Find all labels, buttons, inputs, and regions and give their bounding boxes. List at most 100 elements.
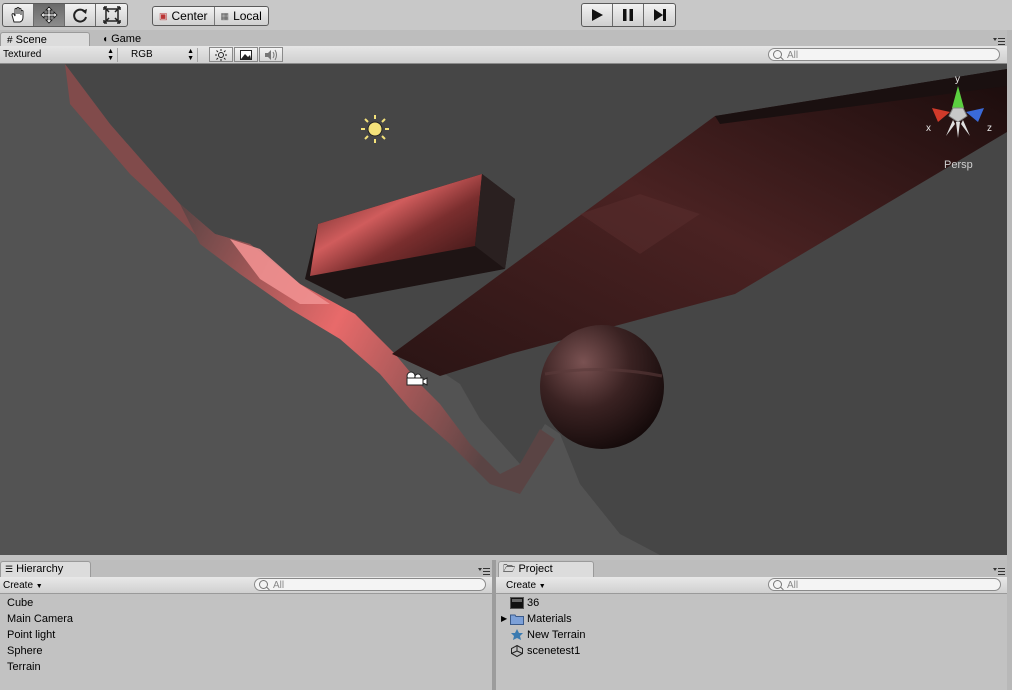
- play-icon: [592, 9, 603, 21]
- play-button[interactable]: [582, 4, 613, 26]
- step-icon: [653, 9, 666, 21]
- project-title: Project: [518, 563, 553, 575]
- color-mode-value: RGB: [131, 49, 153, 60]
- create-label: Create: [3, 580, 34, 591]
- search-icon: [773, 50, 782, 59]
- rotate-tool-icon: [73, 8, 87, 23]
- pivot-local-button[interactable]: ▦ Local: [215, 7, 268, 25]
- hierarchy-item-label: Main Camera: [7, 613, 74, 625]
- projection-label[interactable]: Persp: [944, 159, 973, 171]
- unity-scene-icon: [510, 645, 524, 658]
- rotate-tool-button[interactable]: [65, 4, 96, 26]
- hand-tool-button[interactable]: [3, 4, 34, 26]
- tab-scene[interactable]: # Scene: [0, 32, 90, 46]
- project-search-placeholder: All: [787, 580, 799, 591]
- render-mode-value: Textured: [3, 49, 42, 60]
- move-tool-icon: [40, 6, 58, 24]
- hierarchy-item-cube[interactable]: Cube: [0, 595, 492, 611]
- panel-menu-icon[interactable]: [478, 568, 490, 575]
- hierarchy-item-label: Point light: [7, 629, 56, 641]
- local-cube-icon: ▦: [220, 10, 230, 21]
- hierarchy-panel: ☰ Hierarchy Create ▼ All Cube Main Camer…: [0, 560, 492, 690]
- hierarchy-item-main-camera[interactable]: Main Camera: [0, 611, 492, 627]
- hierarchy-item-label: Terrain: [7, 661, 41, 673]
- create-label: Create: [506, 580, 537, 591]
- step-button[interactable]: [644, 4, 675, 26]
- panel-menu-icon[interactable]: [993, 38, 1005, 45]
- folder-tab-icon: 🗁: [503, 564, 516, 575]
- scale-tool-icon: [102, 6, 121, 24]
- project-item-scenetest1[interactable]: scenetest1: [496, 643, 1007, 659]
- hierarchy-list: Cube Main Camera Point light Sphere Terr…: [0, 595, 492, 675]
- scene-lighting-toggle[interactable]: [209, 47, 233, 62]
- project-search-input[interactable]: All: [768, 578, 1001, 591]
- pivot-toggles: ▣ Center ▦ Local: [152, 6, 269, 26]
- pivot-center-button[interactable]: ▣ Center: [153, 7, 215, 25]
- move-tool-button[interactable]: [34, 4, 65, 26]
- hierarchy-item-terrain[interactable]: Terrain: [0, 659, 492, 675]
- search-icon: [259, 580, 268, 589]
- project-item-label: 36: [527, 597, 540, 609]
- hierarchy-search-placeholder: All: [273, 580, 285, 591]
- hierarchy-item-label: Sphere: [7, 645, 43, 657]
- pivot-icon: ▣: [159, 10, 168, 21]
- gizmo-z-label: z: [987, 123, 992, 134]
- pause-button[interactable]: [613, 4, 644, 26]
- pivot-center-label: Center: [171, 9, 208, 23]
- gizmo-x-label: x: [926, 123, 931, 134]
- panel-menu-icon[interactable]: [993, 568, 1005, 575]
- scene-controls-bar: Textured ▲ ▼ RGB ▲ ▼ All: [0, 46, 1007, 64]
- scene-search-input[interactable]: All: [768, 48, 1000, 61]
- hierarchy-toolbar: Create ▼ All: [0, 577, 492, 594]
- hierarchy-search-input[interactable]: All: [254, 578, 486, 591]
- dropdown-arrows-icon: ▲ ▼: [187, 48, 194, 62]
- hierarchy-create-button[interactable]: Create ▼: [3, 579, 43, 593]
- speaker-icon: [265, 49, 277, 60]
- pause-icon: [623, 9, 633, 21]
- project-item-36[interactable]: 36: [496, 595, 1007, 611]
- project-item-materials[interactable]: ▶ Materials: [496, 611, 1007, 627]
- terrain-icon: [510, 629, 524, 641]
- playback-controls: [581, 3, 676, 27]
- pivot-local-label: Local: [233, 9, 262, 23]
- hierarchy-tab-strip: ☰ Hierarchy: [0, 560, 492, 577]
- folder-icon: [510, 613, 524, 626]
- scale-tool-button[interactable]: [96, 4, 127, 26]
- texture-icon: [510, 597, 524, 610]
- main-toolbar: ▣ Center ▦ Local: [0, 0, 1012, 30]
- tab-game[interactable]: ◖ Game: [96, 32, 156, 46]
- color-mode-dropdown[interactable]: RGB ▲ ▼: [128, 48, 198, 62]
- hierarchy-item-point-light[interactable]: Point light: [0, 627, 492, 643]
- dropdown-arrow-icon: ▼: [538, 583, 546, 590]
- project-item-label: scenetest1: [527, 645, 581, 657]
- hierarchy-title: Hierarchy: [16, 563, 64, 575]
- gizmo-y-label: y: [955, 74, 960, 85]
- project-toolbar: Create ▼ All: [496, 577, 1007, 594]
- dropdown-arrow-icon: ▼: [35, 583, 43, 590]
- scene-search-placeholder: All: [787, 50, 799, 61]
- sun-icon: [215, 48, 227, 61]
- scene-fx-toggle[interactable]: [234, 47, 258, 62]
- transform-tools: [2, 3, 128, 27]
- hierarchy-item-sphere[interactable]: Sphere: [0, 643, 492, 659]
- list-icon: ☰: [5, 564, 14, 574]
- expand-arrow-icon[interactable]: ▶: [501, 611, 507, 627]
- project-item-new-terrain[interactable]: New Terrain: [496, 627, 1007, 643]
- scene-grid-icon: #: [7, 35, 13, 46]
- tab-scene-label: Scene: [15, 34, 47, 46]
- hierarchy-item-label: Cube: [7, 597, 34, 609]
- project-create-button[interactable]: Create ▼: [506, 579, 546, 593]
- image-icon: [240, 49, 252, 60]
- scene-tab-strip: # Scene ◖ Game: [0, 30, 1007, 46]
- tab-game-label: Game: [111, 33, 142, 45]
- project-tab-strip: 🗁 Project: [496, 560, 1007, 577]
- scene-viewport[interactable]: y x z Persp: [0, 64, 1007, 555]
- render-mode-dropdown[interactable]: Textured ▲ ▼: [0, 48, 118, 62]
- tab-hierarchy[interactable]: ☰ Hierarchy: [0, 561, 91, 577]
- scene-render: y x z: [0, 64, 1007, 555]
- hand-tool-icon: [11, 7, 24, 23]
- search-icon: [773, 580, 782, 589]
- scene-audio-toggle[interactable]: [259, 47, 283, 62]
- tab-project[interactable]: 🗁 Project: [498, 561, 594, 577]
- dropdown-arrows-icon: ▲ ▼: [107, 48, 114, 62]
